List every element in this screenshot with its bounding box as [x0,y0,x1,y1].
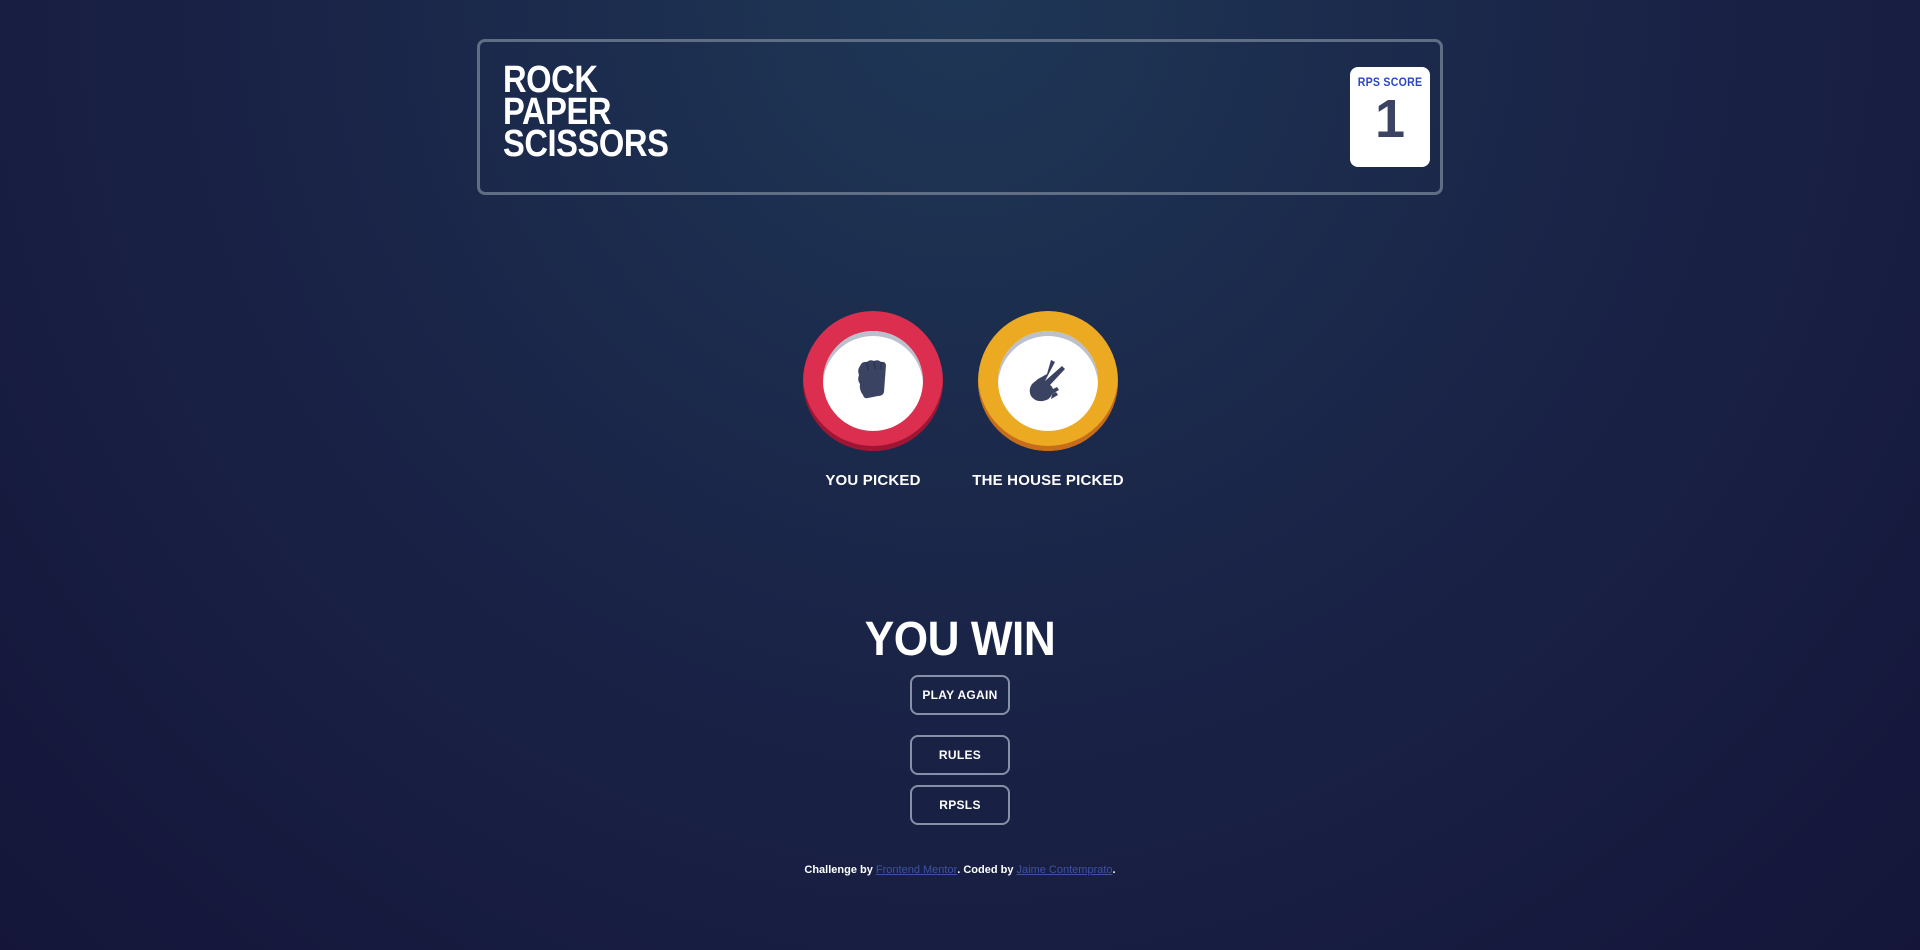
rules-button[interactable]: RULES [910,735,1010,775]
house-picked-label: THE HOUSE PICKED [972,472,1124,489]
frontend-mentor-link[interactable]: Frontend Mentor [876,864,957,876]
game-title: ROCK PAPER SCISSORS [503,61,669,165]
result-text: YOU WIN [864,613,1056,666]
attribution-footer: Challenge by Frontend Mentor. Coded by J… [660,864,1260,876]
footer-prefix: Challenge by [804,864,876,876]
scissors-hand-icon [1029,360,1065,402]
house-pick-inner [998,331,1098,431]
author-link[interactable]: Jaime Contemprato [1017,864,1113,876]
house-pick-scissors [978,311,1118,451]
you-picked-label: YOU PICKED [825,472,921,489]
footer-suffix: . [1112,864,1116,876]
score-value: 1 [1374,89,1406,149]
game-header: ROCK PAPER SCISSORS RPS SCORE 1 [477,39,1443,195]
score-box: RPS SCORE 1 [1350,67,1430,167]
player-pick-rock [803,311,943,451]
rpsls-button[interactable]: RPSLS [910,785,1010,825]
title-line-scissors: SCISSORS [503,123,669,165]
score-label: RPS SCORE [1357,75,1423,89]
footer-middle: . Coded by [957,864,1017,876]
rock-hand-icon [858,360,886,399]
play-again-button[interactable]: PLAY AGAIN [910,675,1010,715]
player-pick-inner [823,331,923,431]
